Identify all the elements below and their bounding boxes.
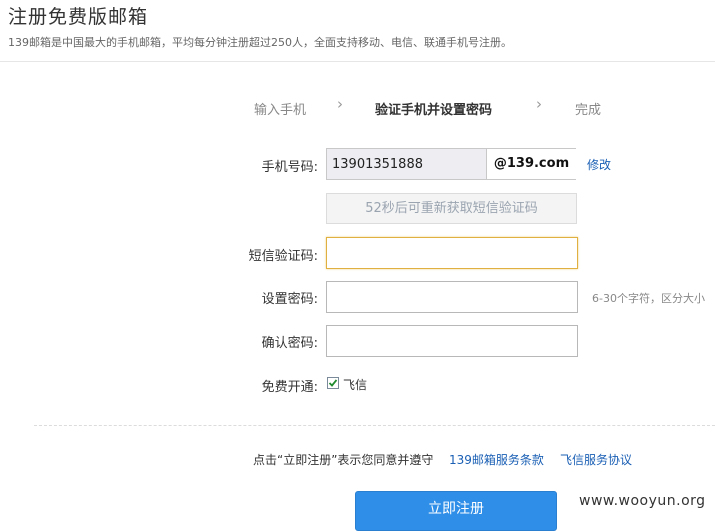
step-complete: 完成 <box>575 103 602 118</box>
checkmark-icon <box>328 379 338 387</box>
page-title: 注册免费版邮箱 <box>8 6 149 28</box>
mailbox-terms-link[interactable]: 139邮箱服务条款 <box>449 451 544 468</box>
chevron-right-icon: › <box>536 95 542 113</box>
sms-code-label: 短信验证码: <box>248 249 318 264</box>
register-button[interactable]: 立即注册 <box>355 491 557 531</box>
step-enter-phone: 输入手机 <box>254 103 307 118</box>
agreement-text: 点击“立即注册”表示您同意并遵守 <box>253 453 434 467</box>
fetion-checkbox[interactable] <box>327 377 339 389</box>
chevron-right-icon: › <box>337 95 343 113</box>
password-input[interactable] <box>326 281 578 313</box>
confirm-password-label: 确认密码: <box>261 336 318 351</box>
free-activation-label: 免费开通: <box>261 380 318 395</box>
form-divider <box>34 425 715 426</box>
confirm-password-input[interactable] <box>326 325 578 357</box>
phone-domain: @139.com <box>487 149 576 179</box>
modify-link[interactable]: 修改 <box>587 156 611 173</box>
password-hint: 6-30个字符，区分大小 <box>592 292 705 305</box>
phone-label: 手机号码: <box>261 160 318 175</box>
password-label: 设置密码: <box>261 292 318 307</box>
step-verify-phone: 验证手机并设置密码 <box>375 103 493 118</box>
phone-number-value: 13901351888 <box>332 157 423 172</box>
watermark: www.wooyun.org <box>579 493 706 509</box>
sms-code-input[interactable] <box>326 237 578 269</box>
resend-sms-button[interactable]: 52秒后可重新获取短信验证码 <box>326 193 577 224</box>
page-subtitle: 139邮箱是中国最大的手机邮箱，平均每分钟注册超过250人，全面支持移动、电信、… <box>8 36 512 49</box>
fetion-option-label[interactable]: 飞信 <box>343 376 367 393</box>
header-divider <box>0 61 715 62</box>
fetion-terms-link[interactable]: 飞信服务协议 <box>560 451 632 468</box>
